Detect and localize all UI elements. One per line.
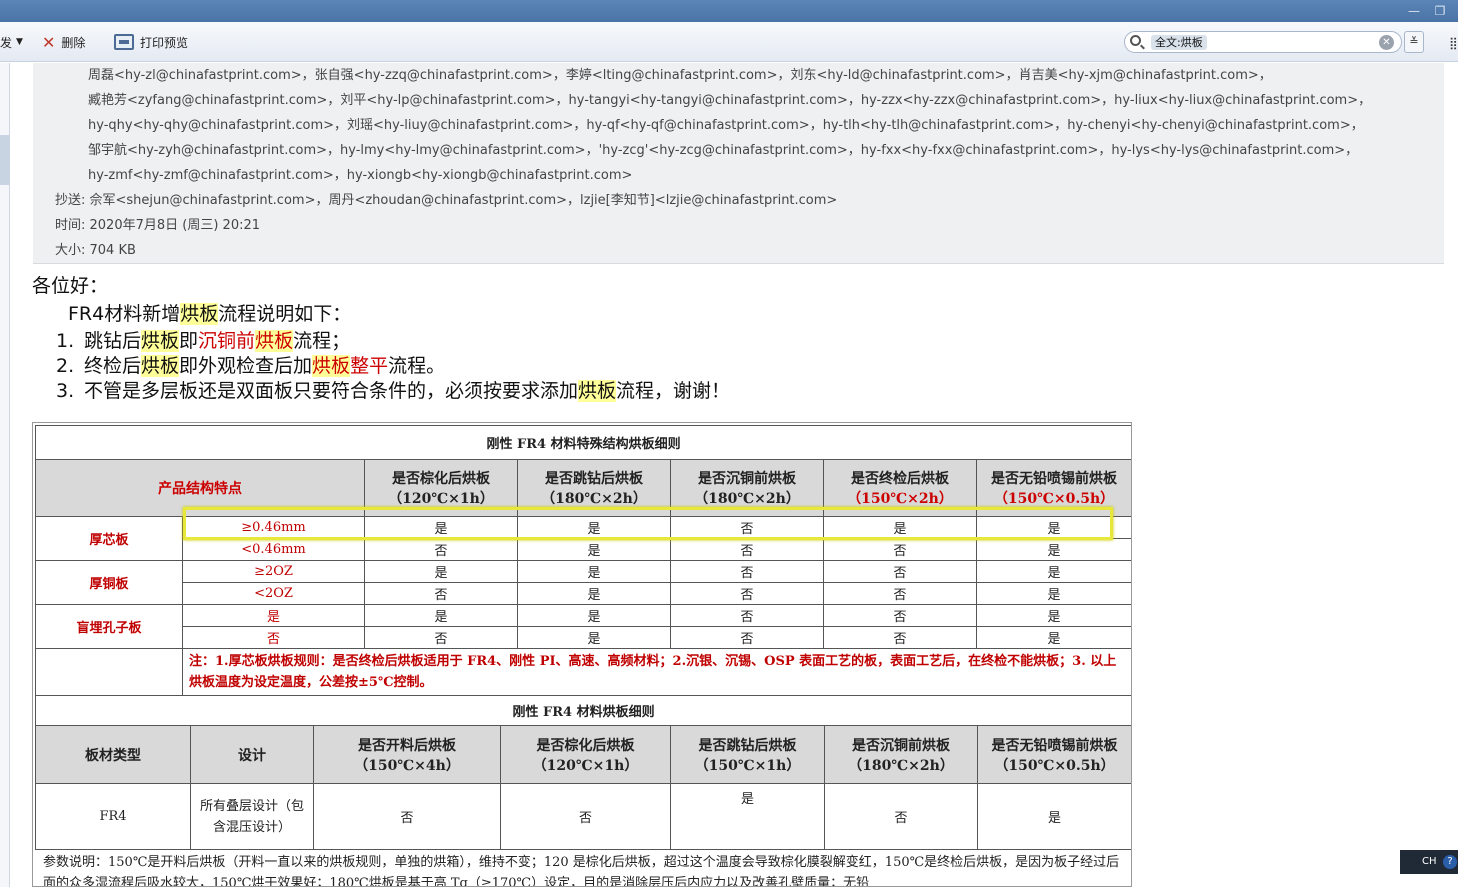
table-cell: 是 — [364, 604, 518, 627]
cc-line: 抄送: 佘军<shejun@chinafastprint.com>，周丹<zho… — [55, 193, 838, 208]
clear-search-icon[interactable]: ✕ — [1379, 35, 1394, 50]
table-cell: 否 — [823, 626, 977, 649]
special-structure-table: 刚性 FR4 材料特殊结构烘板细则 产品结构特点 是否棕化后烘板 （120℃×1h… — [34, 425, 1131, 696]
table-cell: 否 — [823, 538, 977, 561]
group-label: 盲埋孔子板 — [35, 604, 183, 649]
recipients-line: 周磊<hy-zl@chinafastprint.com>，张自强<hy-zzq@… — [88, 68, 1272, 83]
column-header: 板材类型 — [35, 725, 191, 784]
recipients-line: hy-qhy<hy-qhy@chinafastprint.com>，刘瑶<hy-… — [88, 118, 1364, 133]
table-cell: 否 — [670, 560, 824, 583]
table-cell: 是 — [976, 783, 1131, 850]
recipients-line: 臧艳芳<zyfang@chinafastprint.com>，刘平<hy-lp@… — [88, 93, 1372, 108]
table-cell: 否 — [182, 626, 365, 649]
table-note: 注：1.厚芯板烘板规则：是否终检后烘板适用于 FR4、刚性 PI、高速、高频材料… — [181, 648, 1131, 696]
minimize-icon[interactable]: — — [1406, 4, 1422, 18]
help-icon[interactable]: ? — [1443, 855, 1457, 869]
column-header: 是否沉铜前烘板（180℃×2h） — [824, 725, 978, 784]
table-cell: 否 — [670, 538, 824, 561]
table-cell: 否 — [823, 582, 977, 605]
table-cell: 是 — [975, 560, 1131, 583]
table-title: 刚性 FR4 材料特殊结构烘板细则 — [34, 425, 1131, 460]
table-cell: 是 — [517, 604, 671, 627]
greeting: 各位好： — [32, 275, 109, 297]
column-header: 是否跳钻后烘板（150℃×1h） — [670, 725, 825, 784]
search-filter-tag[interactable]: 全文:烘板 — [1151, 35, 1207, 50]
time-line: 时间: 2020年7月8日 (周三) 20:21 — [55, 218, 261, 233]
group-label: 厚铜板 — [35, 560, 183, 605]
table-cell: 否 — [364, 626, 518, 649]
table-cell: 否 — [364, 538, 518, 561]
forward-button[interactable]: 发 ▼ — [0, 33, 23, 51]
print-preview-button[interactable]: 打印预览 — [114, 33, 188, 51]
fr4-bake-table: 刚性 FR4 材料烘板细则 板材类型 设计 是否开料后烘板（150℃×4h） 是… — [34, 695, 1131, 850]
chevron-down-icon[interactable]: ▼ — [16, 37, 23, 47]
column-header: 设计 — [190, 725, 314, 784]
table-cell: 否 — [500, 783, 671, 850]
list-item: 1. 跳钻后烘板即沉铜前烘板流程； — [56, 330, 351, 352]
search-box[interactable]: 全文:烘板 ✕ — [1124, 31, 1402, 53]
delete-label: 删除 — [61, 35, 86, 50]
group-label: 厚芯板 — [35, 516, 183, 561]
search-icon — [1130, 35, 1141, 46]
parameter-note: 参数说明：150℃是开料后烘板（开料一直以来的烘板规则，单独的烘箱），维持不变；… — [43, 855, 1120, 887]
recipients-line: 邹宇航<hy-zyh@chinafastprint.com>，hy-lmy<hy… — [88, 143, 1359, 158]
list-item: 2. 终检后烘板即外观检查后加烘板整平流程。 — [56, 355, 446, 377]
search-options-dropdown[interactable]: ≚ — [1404, 31, 1424, 53]
printer-icon — [114, 34, 134, 50]
table-cell: 否 — [670, 604, 824, 627]
table-cell: 否 — [823, 560, 977, 583]
window-titlebar: — ❐ — [0, 0, 1458, 22]
size-line: 大小: 704 KB — [55, 243, 136, 258]
table-cell: 否 — [824, 783, 978, 850]
table-cell: 否 — [364, 582, 518, 605]
table-cell: 否 — [670, 626, 824, 649]
delete-button[interactable]: ✕ 删除 — [42, 32, 86, 52]
table-cell: 所有叠层设计（包含混压设计） — [190, 783, 314, 850]
intro-line: FR4材料新增烘板流程说明如下： — [68, 303, 352, 325]
column-header: 是否无铅喷锡前烘板（150℃×0.5h） — [976, 725, 1131, 784]
list-item: 3. 不管是多层板还是双面板只要符合条件的，必须按要求添加烘板流程，谢谢！ — [56, 380, 731, 402]
table-cell: 是 — [975, 626, 1131, 649]
table-cell: 否 — [313, 783, 501, 850]
recipients-line: hy-zmf<hy-zmf@chinafastprint.com>，hy-xio… — [88, 168, 633, 183]
print-preview-label: 打印预览 — [140, 35, 189, 50]
header-divider — [33, 263, 1444, 264]
highlight-annotation-box — [183, 507, 1113, 540]
table-cell: <2OZ — [182, 582, 365, 605]
delete-x-icon: ✕ — [42, 32, 56, 52]
table-cell: <0.46mm — [182, 538, 365, 561]
forward-label: 发 — [0, 35, 13, 50]
restore-icon[interactable]: ❐ — [1432, 4, 1448, 18]
table-cell: 是 — [364, 560, 518, 583]
table-cell: 是 — [975, 538, 1131, 561]
table-cell: 否 — [670, 582, 824, 605]
table-cell: 是 — [975, 604, 1131, 627]
column-header: 是否开料后烘板（150℃×4h） — [313, 725, 501, 784]
table-cell: ≥2OZ — [182, 560, 365, 583]
table-cell: 是 — [517, 626, 671, 649]
table-cell: 是 — [670, 783, 825, 850]
table-title: 刚性 FR4 材料烘板细则 — [34, 695, 1131, 726]
table-cell: FR4 — [35, 783, 191, 850]
table-cell: 是 — [182, 604, 365, 627]
column-header: 是否棕化后烘板（120℃×1h） — [500, 725, 671, 784]
folder-pane-edge[interactable] — [0, 63, 10, 887]
table-cell: 是 — [517, 538, 671, 561]
table-cell: 是 — [517, 560, 671, 583]
table-cell: 否 — [823, 604, 977, 627]
table-cell: 是 — [975, 582, 1131, 605]
highlight: 烘板 — [180, 303, 219, 325]
table-cell: 是 — [517, 582, 671, 605]
grid-menu-icon[interactable]: ⣿ — [1449, 36, 1458, 50]
embedded-spec-image: 刚性 FR4 材料特殊结构烘板细则 产品结构特点 是否棕化后烘板 （120℃×1h… — [32, 422, 1132, 887]
